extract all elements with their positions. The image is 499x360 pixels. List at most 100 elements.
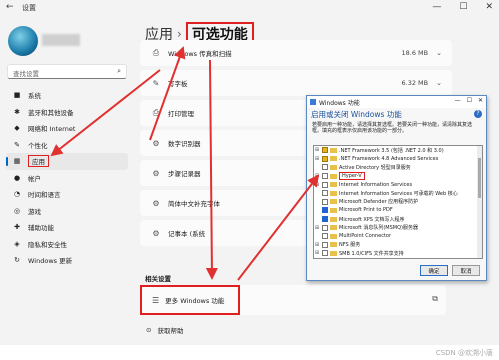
- sidebar-item-label: 辅助功能: [28, 224, 54, 233]
- dialog-close-button[interactable]: ✕: [478, 97, 483, 104]
- sidebar-item[interactable]: ◆ 网络和 Internet: [6, 120, 128, 137]
- help-question-icon[interactable]: ?: [474, 110, 482, 118]
- app-title: 设置: [22, 4, 36, 12]
- folder-icon: [330, 182, 337, 188]
- feature-icon: ⚙: [152, 138, 160, 148]
- feature-tree-label: Microsoft Print to PDF: [339, 207, 393, 214]
- scrollbar-thumb[interactable]: [478, 158, 481, 198]
- feature-checkbox[interactable]: [322, 147, 328, 154]
- dialog-minimize-button[interactable]: —: [455, 97, 461, 104]
- more-windows-features-row[interactable]: ☰ 更多 Windows 功能 ⧉: [140, 285, 446, 315]
- feature-tree-label: NFS 服务: [339, 242, 361, 249]
- dialog-description: 若要启用一种功能，请选择其复选框。若要关闭一种功能，请清除其复选框。填充的框表示…: [312, 122, 473, 135]
- chevron-down-icon[interactable]: ⌄: [436, 49, 442, 57]
- feature-checkbox[interactable]: [322, 233, 328, 240]
- feature-tree-row[interactable]: ⊞ SMB 1.0/CIFS 文件共享支持: [314, 249, 482, 258]
- bottom-strip: CSDN @欢溯小唐: [0, 345, 499, 360]
- sidebar-item[interactable]: ✎ 个性化: [6, 137, 128, 154]
- expand-icon[interactable]: ⊞: [314, 242, 320, 248]
- feature-icon: ⚙: [152, 168, 160, 178]
- chevron-down-icon[interactable]: ⌄: [436, 79, 442, 87]
- dialog-header: 启用或关闭 Windows 功能 ?: [307, 108, 486, 121]
- feature-checkbox[interactable]: [322, 164, 328, 171]
- feature-tree-row[interactable]: Active Directory 轻型目录服务: [314, 163, 482, 172]
- folder-icon: [330, 225, 337, 231]
- sidebar-item-icon: ●: [13, 173, 21, 182]
- external-link-icon[interactable]: ⧉: [432, 294, 438, 304]
- feature-tree-row[interactable]: Microsoft XPS 文档写入程序: [314, 215, 482, 224]
- expand-icon[interactable]: ⊞: [314, 173, 320, 179]
- sidebar-item-icon: ◆: [14, 124, 20, 133]
- folder-icon: [330, 233, 337, 239]
- sidebar-item[interactable]: ✚ 辅助功能: [6, 219, 128, 236]
- feature-row[interactable]: ⎙ Windows 传真和扫描 18.6 MB ⌄: [140, 40, 452, 66]
- feature-checkbox[interactable]: [322, 224, 328, 231]
- expand-icon[interactable]: ⊞: [314, 156, 320, 162]
- windows-features-dialog: Windows 功能 — ☐ ✕ 启用或关闭 Windows 功能 ? 若要启用…: [306, 95, 487, 281]
- feature-checkbox[interactable]: [322, 216, 328, 223]
- feature-tree-row[interactable]: ⊞ NFS 服务: [314, 241, 482, 250]
- feature-tree-row[interactable]: Microsoft Defender 应用程序防护: [314, 198, 482, 207]
- feature-label: 写字板: [168, 80, 188, 88]
- feature-tree-row[interactable]: Internet Information Services 可承载的 Web 核…: [314, 189, 482, 198]
- expand-icon[interactable]: ⊞: [314, 147, 320, 153]
- feature-tree-row[interactable]: Microsoft Print to PDF: [314, 206, 482, 215]
- more-windows-features-label: 更多 Windows 功能: [165, 297, 225, 305]
- avatar[interactable]: [8, 26, 38, 56]
- feature-checkbox[interactable]: [322, 181, 328, 188]
- sidebar-item-label: Windows 更新: [28, 257, 73, 266]
- feature-tree-row[interactable]: ⊞ Internet Information Services: [314, 180, 482, 189]
- list-icon: ☰: [152, 295, 160, 305]
- sidebar-item[interactable]: ◈ 隐私和安全性: [6, 236, 128, 253]
- sidebar-item[interactable]: ■ 系统: [6, 87, 128, 104]
- expand-icon[interactable]: ⊞: [314, 250, 320, 256]
- folder-icon: [330, 147, 337, 153]
- feature-tree-label: Microsoft XPS 文档写入程序: [339, 216, 405, 223]
- feature-checkbox[interactable]: [322, 207, 328, 214]
- back-arrow-icon[interactable]: ←: [6, 2, 14, 12]
- feature-icon: ⎙: [152, 48, 160, 57]
- feature-checkbox[interactable]: [322, 198, 328, 205]
- feature-checkbox[interactable]: [322, 250, 328, 257]
- sidebar-item-label: 时间和语言: [28, 191, 61, 200]
- more-windows-features-highlight[interactable]: ☰ 更多 Windows 功能: [140, 285, 240, 315]
- dialog-heading: 启用或关闭 Windows 功能: [311, 110, 402, 119]
- minimize-button[interactable]: —: [432, 2, 441, 12]
- search-input[interactable]: 查找设置 ⌕: [7, 64, 127, 79]
- ok-button[interactable]: 确定: [420, 265, 448, 276]
- feature-checkbox[interactable]: [322, 155, 328, 162]
- sidebar-item-icon: ↻: [14, 256, 20, 265]
- feature-icon: ⎙: [152, 108, 160, 117]
- sidebar-item[interactable]: ◎ 游戏: [6, 203, 128, 220]
- feature-tree-label: Microsoft 消息队列(MSMQ)服务器: [339, 225, 418, 232]
- feature-checkbox[interactable]: [322, 241, 328, 248]
- related-settings-title: 相关设置: [145, 275, 171, 283]
- feature-tree-row[interactable]: ⊞ Microsoft 消息队列(MSMQ)服务器: [314, 223, 482, 232]
- sidebar-item-icon: ◔: [13, 190, 21, 199]
- feature-tree-row[interactable]: MultiPoint Connector: [314, 232, 482, 241]
- sidebar-item[interactable]: ◔ 时间和语言: [6, 186, 128, 203]
- sidebar-item[interactable]: ✱ 蓝牙和其他设备: [6, 104, 128, 121]
- feature-row[interactable]: ✎ 写字板 6.32 MB ⌄: [140, 70, 452, 96]
- dialog-maximize-button[interactable]: ☐: [467, 97, 472, 104]
- expand-icon[interactable]: ⊞: [314, 182, 320, 188]
- maximize-button[interactable]: ☐: [459, 2, 467, 12]
- feature-tree-row[interactable]: ⊞ .NET Framework 3.5 (包括 .NET 2.0 和 3.0): [314, 146, 482, 155]
- sidebar-item-label: 系统: [28, 92, 41, 101]
- sidebar-item[interactable]: ↻ Windows 更新: [6, 252, 128, 269]
- sidebar-item[interactable]: ▦ 应用: [6, 153, 128, 170]
- get-help-link[interactable]: ⊙ 获取帮助: [146, 325, 183, 335]
- sidebar-item-label: 游戏: [28, 207, 41, 216]
- cancel-button[interactable]: 取消: [452, 265, 480, 276]
- sidebar-item-label: 蓝牙和其他设备: [28, 108, 74, 117]
- feature-tree-label: Microsoft Defender 应用程序防护: [339, 199, 419, 206]
- close-button[interactable]: ✕: [485, 2, 493, 12]
- feature-checkbox[interactable]: [322, 190, 328, 197]
- feature-tree-row[interactable]: ⊞ .NET Framework 4.8 Advanced Services: [314, 155, 482, 164]
- feature-tree-row[interactable]: ⊞ Hyper-V: [314, 172, 482, 181]
- tree-scrollbar[interactable]: [477, 146, 482, 258]
- feature-checkbox[interactable]: [322, 173, 328, 180]
- sidebar-item[interactable]: ● 帐户: [6, 170, 128, 187]
- sidebar-item-label: 个性化: [28, 141, 48, 150]
- expand-icon[interactable]: ⊞: [314, 225, 320, 231]
